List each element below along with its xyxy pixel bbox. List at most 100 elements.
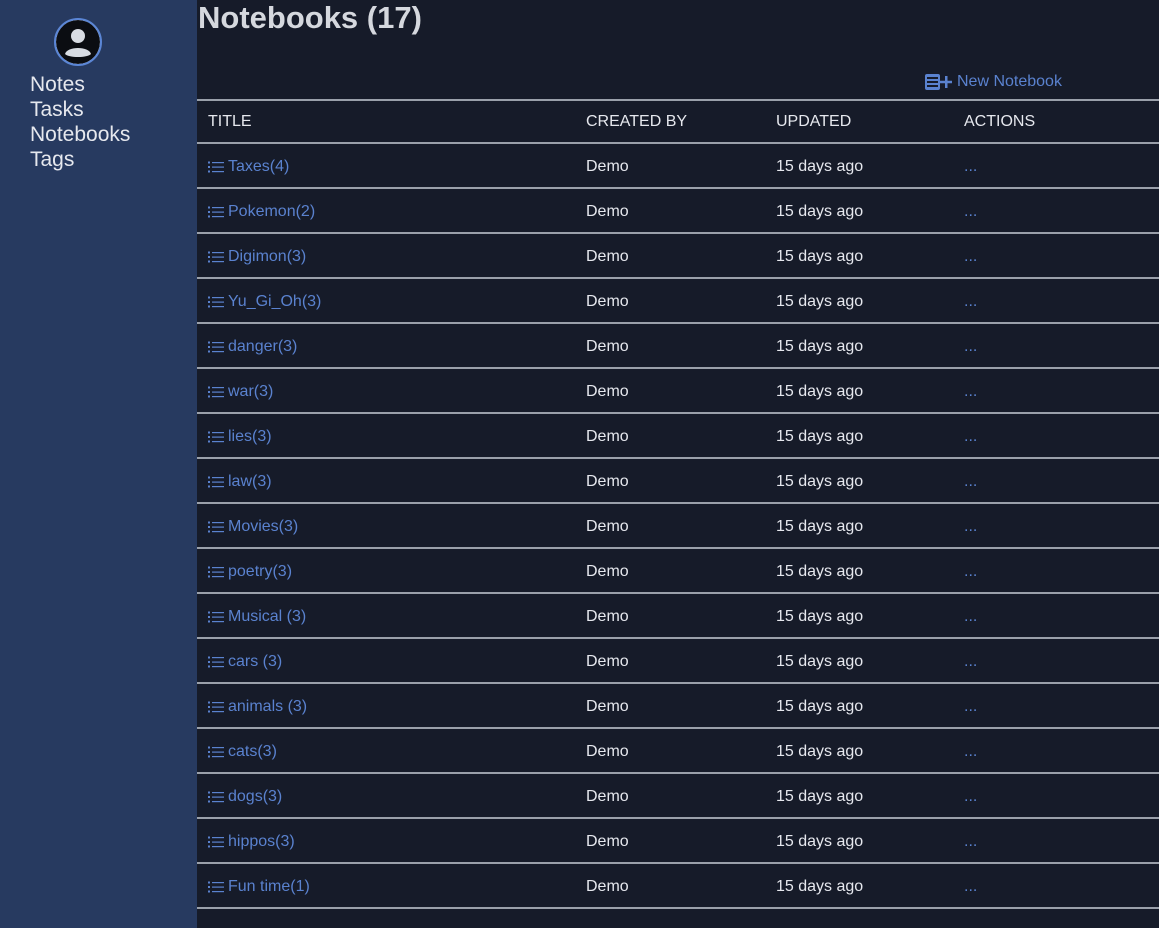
notebook-title-link[interactable]: law(3) (208, 459, 272, 504)
notebook-title-link[interactable]: Digimon(3) (208, 234, 306, 279)
list-icon (208, 341, 224, 352)
notebook-title: Pokemon(2) (228, 203, 316, 220)
actions-menu-button[interactable]: ... (964, 729, 977, 774)
created-by: Demo (586, 203, 629, 220)
notebook-title-link[interactable]: lies(3) (208, 414, 272, 459)
created-by: Demo (586, 608, 629, 625)
created-by: Demo (586, 743, 629, 760)
notebook-title: hippos(3) (228, 833, 295, 850)
created-by: Demo (586, 383, 629, 400)
notebook-title: Digimon(3) (228, 248, 307, 265)
table-row: cats(3) Demo 15 days ago... (197, 729, 1159, 774)
table-row: hippos(3) Demo 15 days ago... (197, 819, 1159, 864)
column-header-updated[interactable]: UPDATED (776, 101, 851, 142)
created-by: Demo (586, 248, 629, 265)
list-icon (208, 476, 224, 487)
notebook-title: cars (3) (228, 653, 283, 670)
notebook-title: dogs(3) (228, 788, 283, 805)
created-by: Demo (586, 158, 629, 175)
notebook-title-link[interactable]: danger(3) (208, 324, 297, 369)
notebook-title-link[interactable]: Musical (3) (208, 594, 306, 639)
updated-time: 15 days ago (776, 383, 864, 400)
user-circle-icon[interactable] (54, 18, 102, 66)
column-header-title[interactable]: TITLE (208, 101, 252, 142)
notebook-title: cats(3) (228, 743, 277, 760)
notebook-title-link[interactable]: animals (3) (208, 684, 307, 729)
notebook-title-link[interactable]: Taxes(4) (208, 144, 289, 189)
created-by: Demo (586, 563, 629, 580)
notebook-title: law(3) (228, 473, 272, 490)
actions-menu-button[interactable]: ... (964, 189, 977, 234)
updated-time: 15 days ago (776, 833, 864, 850)
notebook-title: animals (3) (228, 698, 308, 715)
updated-time: 15 days ago (776, 878, 864, 895)
sidebar-nav: Notes Tasks Notebooks Tags (30, 72, 130, 172)
list-icon (208, 161, 224, 172)
actions-menu-button[interactable]: ... (964, 144, 977, 189)
notebook-title-link[interactable]: Movies(3) (208, 504, 298, 549)
updated-time: 15 days ago (776, 518, 864, 535)
table-body: Taxes(4) Demo 15 days ago... Pokemon(2) Demo… (197, 144, 1159, 909)
main-content: Notebooks (17) New Notebook TITLE CREATE… (197, 0, 1159, 928)
actions-menu-button[interactable]: ... (964, 684, 977, 729)
new-notebook-button[interactable]: New Notebook (924, 72, 1062, 92)
table-row: danger(3) Demo 15 days ago... (197, 324, 1159, 369)
list-icon (208, 386, 224, 397)
actions-menu-button[interactable]: ... (964, 594, 977, 639)
notebook-title-link[interactable]: poetry(3) (208, 549, 292, 594)
list-icon (208, 251, 224, 262)
updated-time: 15 days ago (776, 743, 864, 760)
actions-menu-button[interactable]: ... (964, 234, 977, 279)
actions-menu-button[interactable]: ... (964, 774, 977, 819)
created-by: Demo (586, 473, 629, 490)
list-icon (208, 881, 224, 892)
notebook-title-link[interactable]: dogs(3) (208, 774, 282, 819)
actions-menu-button[interactable]: ... (964, 819, 977, 864)
notebook-title-link[interactable]: Yu_Gi_Oh(3) (208, 279, 321, 324)
notebook-title-link[interactable]: Fun time(1) (208, 864, 310, 909)
nav-item-notes[interactable]: Notes (30, 72, 130, 97)
actions-menu-button[interactable]: ... (964, 504, 977, 549)
column-header-actions: ACTIONS (964, 113, 1036, 130)
table-row: Fun time(1) Demo 15 days ago... (197, 864, 1159, 909)
list-icon (208, 836, 224, 847)
created-by: Demo (586, 338, 629, 355)
updated-time: 15 days ago (776, 248, 864, 265)
table-row: Yu_Gi_Oh(3) Demo 15 days ago... (197, 279, 1159, 324)
notebook-title-link[interactable]: cars (3) (208, 639, 282, 684)
notebook-title-link[interactable]: war(3) (208, 369, 273, 414)
notebook-title-link[interactable]: cats(3) (208, 729, 277, 774)
updated-time: 15 days ago (776, 698, 864, 715)
table-row: cars (3) Demo 15 days ago... (197, 639, 1159, 684)
created-by: Demo (586, 518, 629, 535)
actions-menu-button[interactable]: ... (964, 414, 977, 459)
updated-time: 15 days ago (776, 473, 864, 490)
created-by: Demo (586, 788, 629, 805)
notebook-title: Musical (3) (228, 608, 307, 625)
actions-menu-button[interactable]: ... (964, 279, 977, 324)
created-by: Demo (586, 878, 629, 895)
nav-item-tags[interactable]: Tags (30, 147, 130, 172)
notebook-title-link[interactable]: hippos(3) (208, 819, 295, 864)
list-icon (208, 701, 224, 712)
nav-item-tasks[interactable]: Tasks (30, 97, 130, 122)
notebook-title-link[interactable]: Pokemon(2) (208, 189, 315, 234)
column-header-created-by[interactable]: CREATED BY (586, 101, 687, 142)
nav-item-notebooks[interactable]: Notebooks (30, 122, 130, 147)
table-header: TITLE CREATED BY UPDATED ACTIONS (197, 99, 1159, 144)
notebook-title: danger(3) (228, 338, 298, 355)
table-row: animals (3) Demo 15 days ago... (197, 684, 1159, 729)
notebook-title: Movies(3) (228, 518, 299, 535)
table-row: dogs(3) Demo 15 days ago... (197, 774, 1159, 819)
actions-menu-button[interactable]: ... (964, 324, 977, 369)
list-icon (208, 566, 224, 577)
actions-menu-button[interactable]: ... (964, 459, 977, 504)
created-by: Demo (586, 833, 629, 850)
actions-menu-button[interactable]: ... (964, 549, 977, 594)
list-icon (208, 611, 224, 622)
notebook-title: poetry(3) (228, 563, 293, 580)
actions-menu-button[interactable]: ... (964, 369, 977, 414)
actions-menu-button[interactable]: ... (964, 639, 977, 684)
table-row: Digimon(3) Demo 15 days ago... (197, 234, 1159, 279)
actions-menu-button[interactable]: ... (964, 864, 977, 909)
